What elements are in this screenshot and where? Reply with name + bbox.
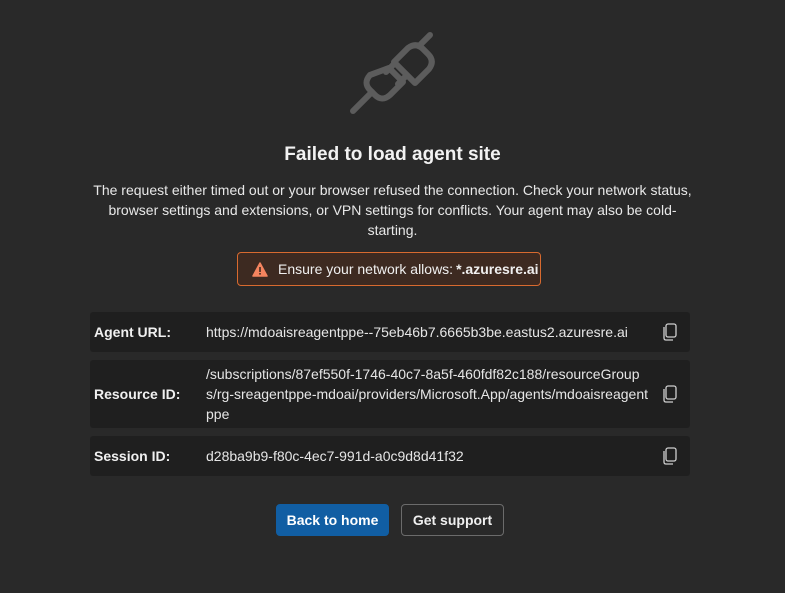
unplugged-icon bbox=[350, 32, 435, 114]
warning-icon bbox=[252, 261, 268, 277]
agent-url-value: https://mdoaisreagentppe--75eb46b7.6665b… bbox=[206, 324, 628, 340]
detail-row-session-id: Session ID: d28ba9b9-f80c-4ec7-991d-a0c9… bbox=[90, 436, 690, 476]
detail-row-agent-url: Agent URL: https://mdoaisreagentppe--75e… bbox=[90, 312, 690, 352]
resource-id-label: Resource ID: bbox=[94, 386, 181, 402]
session-id-label: Session ID: bbox=[94, 448, 171, 464]
back-to-home-button[interactable]: Back to home bbox=[276, 504, 389, 536]
error-page: Failed to load agent site The request ei… bbox=[0, 0, 785, 593]
detail-row-resource-id: Resource ID: /subscriptions/87ef550f-174… bbox=[90, 360, 690, 428]
page-title: Failed to load agent site bbox=[284, 144, 501, 165]
agent-url-label: Agent URL: bbox=[94, 324, 171, 340]
warning-host: *.azuresre.ai bbox=[456, 261, 539, 277]
copy-icon[interactable] bbox=[662, 385, 678, 403]
network-warning-banner: Ensure your network allows: *.azuresre.a… bbox=[237, 252, 541, 286]
copy-icon[interactable] bbox=[662, 323, 678, 341]
session-id-value: d28ba9b9-f80c-4ec7-991d-a0c9d8d41f32 bbox=[206, 448, 464, 464]
resource-id-value: /subscriptions/87ef550f-1746-40c7-8a5f-4… bbox=[206, 366, 649, 422]
copy-icon[interactable] bbox=[662, 447, 678, 465]
get-support-button[interactable]: Get support bbox=[401, 504, 504, 536]
error-description: The request either timed out or your bro… bbox=[93, 182, 692, 238]
warning-text: Ensure your network allows: bbox=[278, 261, 454, 277]
